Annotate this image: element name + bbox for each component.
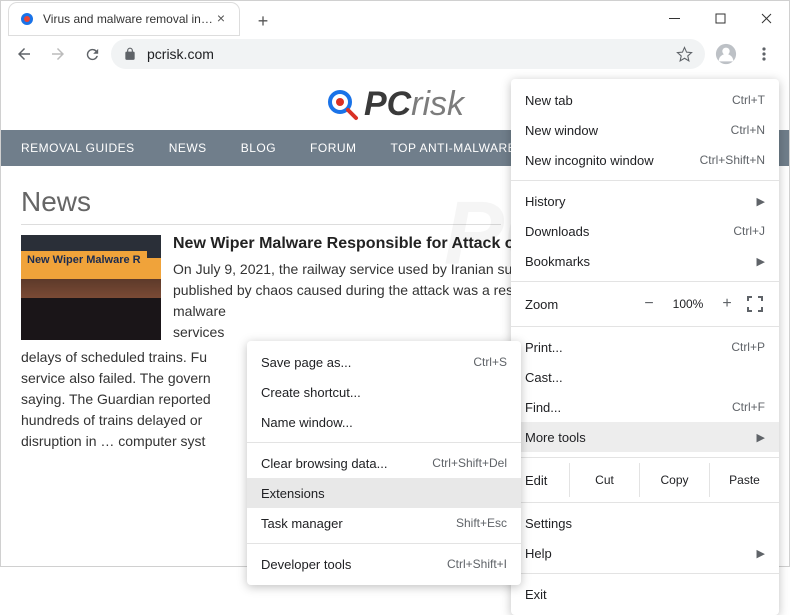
- submenu-extensions[interactable]: Extensions: [247, 478, 521, 508]
- article-thumb[interactable]: New Wiper Malware R: [21, 235, 161, 340]
- lock-icon: [123, 47, 137, 61]
- menu-print[interactable]: Print...Ctrl+P: [511, 332, 779, 362]
- magnifier-icon: [326, 88, 360, 122]
- chevron-right-icon: ▶: [757, 255, 765, 268]
- menu-more-tools[interactable]: More tools▶: [511, 422, 779, 452]
- logo-text-main: PC: [364, 85, 411, 124]
- submenu-dev-tools[interactable]: Developer toolsCtrl+Shift+I: [247, 549, 521, 579]
- chevron-right-icon: ▶: [757, 195, 765, 208]
- maximize-button[interactable]: [697, 1, 743, 35]
- thumb-label: New Wiper Malware R: [21, 251, 147, 269]
- nav-removal-guides[interactable]: REMOVAL GUIDES: [21, 141, 135, 155]
- titlebar: Virus and malware removal instru × +: [1, 1, 789, 35]
- nav-blog[interactable]: BLOG: [241, 141, 276, 155]
- tab-strip: Virus and malware removal instru × +: [1, 1, 651, 35]
- toolbar: pcrisk.com: [1, 35, 789, 73]
- menu-history[interactable]: History▶: [511, 186, 779, 216]
- menu-exit[interactable]: Exit: [511, 579, 779, 609]
- browser-tab[interactable]: Virus and malware removal instru ×: [9, 3, 239, 35]
- menu-edit-row: Edit Cut Copy Paste: [511, 463, 779, 497]
- address-bar[interactable]: pcrisk.com: [111, 39, 705, 69]
- tab-close-button[interactable]: ×: [213, 11, 229, 27]
- menu-cut[interactable]: Cut: [569, 463, 639, 497]
- url-text: pcrisk.com: [147, 46, 214, 62]
- menu-settings[interactable]: Settings: [511, 508, 779, 538]
- menu-find[interactable]: Find...Ctrl+F: [511, 392, 779, 422]
- tab-favicon: [19, 11, 35, 27]
- menu-new-incognito[interactable]: New incognito windowCtrl+Shift+N: [511, 145, 779, 175]
- menu-help[interactable]: Help▶: [511, 538, 779, 568]
- menu-new-window[interactable]: New windowCtrl+N: [511, 115, 779, 145]
- bookmark-star-icon[interactable]: [676, 46, 693, 63]
- submenu-create-shortcut[interactable]: Create shortcut...: [247, 377, 521, 407]
- main-menu: New tabCtrl+T New windowCtrl+N New incog…: [511, 79, 779, 615]
- tab-title: Virus and malware removal instru: [43, 12, 213, 26]
- logo-text-sub: risk: [411, 85, 464, 124]
- chevron-right-icon: ▶: [757, 431, 765, 444]
- back-button[interactable]: [9, 39, 39, 69]
- menu-downloads[interactable]: DownloadsCtrl+J: [511, 216, 779, 246]
- page-title: News: [21, 186, 501, 225]
- zoom-out-button[interactable]: −: [637, 295, 661, 313]
- reload-button[interactable]: [77, 39, 107, 69]
- chevron-right-icon: ▶: [757, 547, 765, 560]
- submenu-clear-browsing[interactable]: Clear browsing data...Ctrl+Shift+Del: [247, 448, 521, 478]
- profile-icon[interactable]: [709, 37, 743, 71]
- menu-bookmarks[interactable]: Bookmarks▶: [511, 246, 779, 276]
- menu-copy[interactable]: Copy: [639, 463, 709, 497]
- menu-cast[interactable]: Cast...: [511, 362, 779, 392]
- submenu-name-window[interactable]: Name window...: [247, 407, 521, 437]
- menu-new-tab[interactable]: New tabCtrl+T: [511, 85, 779, 115]
- minimize-button[interactable]: [651, 1, 697, 35]
- more-tools-submenu: Save page as...Ctrl+S Create shortcut...…: [247, 341, 521, 585]
- site-logo[interactable]: PCrisk: [326, 85, 464, 124]
- menu-button[interactable]: [747, 37, 781, 71]
- window-controls: [651, 1, 789, 35]
- menu-paste[interactable]: Paste: [709, 463, 779, 497]
- forward-button[interactable]: [43, 39, 73, 69]
- zoom-percent: 100%: [667, 297, 709, 311]
- nav-forum[interactable]: FORUM: [310, 141, 357, 155]
- nav-news[interactable]: NEWS: [169, 141, 207, 155]
- new-tab-button[interactable]: +: [249, 7, 277, 35]
- submenu-task-manager[interactable]: Task managerShift+Esc: [247, 508, 521, 538]
- nav-top-anti-malware[interactable]: TOP ANTI-MALWARE: [391, 141, 517, 155]
- close-window-button[interactable]: [743, 1, 789, 35]
- fullscreen-button[interactable]: [745, 294, 765, 314]
- submenu-save-page[interactable]: Save page as...Ctrl+S: [247, 347, 521, 377]
- menu-zoom: Zoom − 100% +: [511, 287, 779, 321]
- zoom-in-button[interactable]: +: [715, 295, 739, 313]
